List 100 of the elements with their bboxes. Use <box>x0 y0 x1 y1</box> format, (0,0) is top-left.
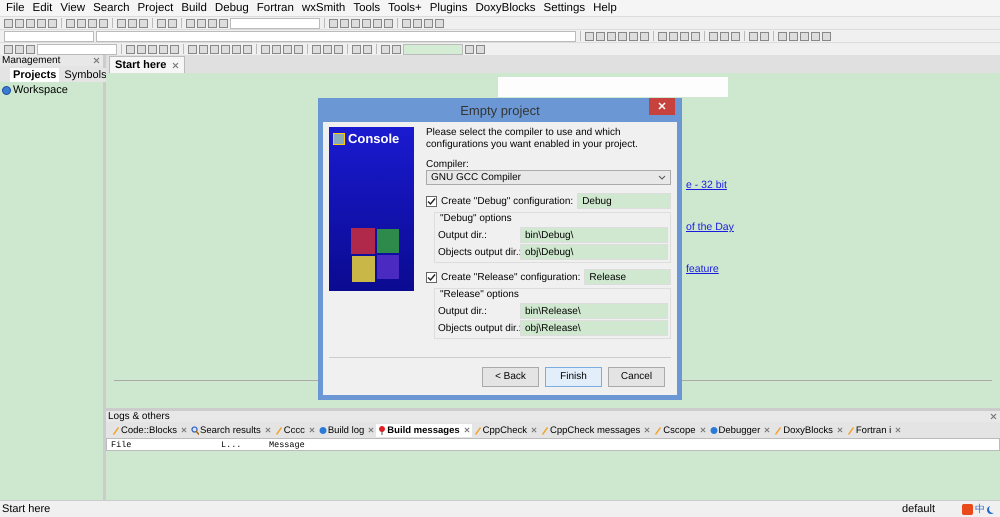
name-field[interactable]: Debug <box>577 193 671 209</box>
tab-label: Code::Blocks <box>121 424 177 436</box>
banner-title: Console <box>348 131 400 146</box>
tab-label: CppCheck messages <box>550 424 640 436</box>
column-header[interactable]: Message <box>269 440 349 450</box>
close-icon[interactable] <box>531 427 537 433</box>
instruction-text: Please select the compiler to use and which configurations you want enabled in your project. <box>426 127 639 151</box>
close-icon[interactable] <box>93 57 100 64</box>
field-label: Compiler: <box>426 159 470 170</box>
close-icon[interactable] <box>180 427 187 433</box>
input-field[interactable]: bin\Debug\ <box>520 227 668 243</box>
menu-item[interactable]: Settings <box>540 2 590 14</box>
status-text: Start here <box>2 503 52 515</box>
menu-item[interactable]: Plugins <box>426 2 472 14</box>
tab-label: Debugger <box>718 424 760 436</box>
menu-item[interactable]: wxSmith <box>298 2 350 14</box>
pencil-icon <box>541 426 549 434</box>
dropdown[interactable] <box>96 30 576 42</box>
dropdown[interactable] <box>37 44 117 54</box>
tab-label: CppCheck <box>482 424 527 436</box>
link[interactable]: e - 32 bit <box>686 179 734 191</box>
input-field[interactable]: bin\Release\ <box>520 303 668 319</box>
dialog-button[interactable]: Cancel <box>608 366 665 386</box>
menu-item[interactable]: Tools+ <box>384 2 426 14</box>
menu-item[interactable]: Project <box>134 2 178 14</box>
panel-tab[interactable]: Projects <box>10 68 60 82</box>
checkbox-label: Create "Debug" configuration: <box>441 196 574 206</box>
close-button[interactable] <box>649 98 675 115</box>
close-icon[interactable] <box>700 427 706 433</box>
tab-label: Cccc <box>284 424 305 436</box>
close-icon[interactable] <box>895 427 902 433</box>
circle-icon <box>318 426 327 434</box>
link[interactable]: of the Day <box>686 221 734 233</box>
close-icon <box>658 102 666 110</box>
input-field[interactable]: obj\Release\ <box>520 320 668 336</box>
menu-item[interactable]: DoxyBlocks <box>471 2 540 14</box>
log-tab[interactable]: DoxyBlocks <box>772 424 845 436</box>
dropdown[interactable] <box>4 30 94 42</box>
tab-label: Start here <box>115 59 166 71</box>
editor-tab[interactable]: Start here <box>109 56 186 73</box>
menu-item[interactable]: Build <box>177 2 211 14</box>
status-mode: default <box>902 503 936 515</box>
link[interactable]: feature <box>686 263 734 275</box>
tab-label: Cscope <box>663 424 696 436</box>
chevron-icon <box>658 175 666 180</box>
checkbox[interactable] <box>426 196 437 206</box>
log-tab[interactable]: Build log <box>316 424 376 436</box>
menu-item[interactable]: Tools <box>349 2 384 14</box>
dialog-button[interactable]: < Back <box>482 366 539 386</box>
menu-item[interactable]: File <box>2 2 29 14</box>
menu-item[interactable]: Fortran <box>252 2 298 14</box>
tab-label: Build log <box>328 424 364 436</box>
panel-title: Logs & others <box>108 411 170 422</box>
close-icon[interactable] <box>308 427 315 433</box>
tab-label: Build messages <box>387 424 460 436</box>
menu-item[interactable]: Debug <box>210 2 253 14</box>
log-tab[interactable]: Cscope <box>652 424 708 436</box>
close-icon[interactable] <box>172 62 180 68</box>
log-tab[interactable]: Debugger <box>708 424 772 436</box>
field-label: Output dir.: <box>438 306 488 316</box>
workspace-icon <box>2 86 11 94</box>
field-label: Objects output dir.: <box>438 246 520 258</box>
tree-item[interactable]: Workspace <box>13 84 68 96</box>
menu-item[interactable]: View <box>56 2 90 14</box>
close-icon[interactable] <box>368 427 374 433</box>
dialog-button[interactable]: Finish <box>545 366 602 386</box>
column-header[interactable]: L... <box>221 440 269 450</box>
dropdown[interactable] <box>403 44 463 54</box>
ime-indicator[interactable]: 中 <box>975 502 985 516</box>
menu-item[interactable]: Search <box>89 2 134 14</box>
cubes-drawing <box>350 227 402 283</box>
close-icon[interactable] <box>836 427 843 433</box>
close-icon[interactable] <box>644 427 650 433</box>
log-tab[interactable]: CppCheck messages <box>539 424 652 436</box>
log-tab[interactable]: CppCheck <box>472 424 539 436</box>
tab-label: Fortran i <box>856 424 892 436</box>
pencil-icon <box>112 426 120 434</box>
search-icon <box>190 426 199 434</box>
dialog-title: Empty project <box>460 102 540 118</box>
ime-logo-icon[interactable] <box>962 504 973 514</box>
close-icon[interactable] <box>990 413 997 420</box>
checkbox[interactable] <box>426 272 437 282</box>
name-field[interactable]: Release <box>584 269 671 285</box>
log-tab[interactable]: Build messages <box>376 424 472 436</box>
dropdown[interactable] <box>230 18 320 28</box>
tab-label: DoxyBlocks <box>783 424 833 436</box>
group-title: "Debug" options <box>440 213 513 226</box>
pin-icon <box>378 426 386 434</box>
input-field[interactable]: obj\Debug\ <box>520 244 668 260</box>
dropdown-value: GNU GCC Compiler <box>431 172 522 183</box>
column-header[interactable]: File <box>111 440 221 450</box>
compiler-dropdown[interactable]: GNU GCC Compiler <box>426 170 671 185</box>
close-icon[interactable] <box>264 427 271 433</box>
field-label: Objects output dir.: <box>438 322 520 334</box>
log-tab[interactable]: Search results <box>188 424 273 436</box>
menu-item[interactable]: Edit <box>28 2 56 14</box>
close-icon[interactable] <box>464 427 470 433</box>
menu-item[interactable]: Help <box>589 2 621 14</box>
log-tab[interactable]: Code::Blocks <box>110 424 189 436</box>
close-icon[interactable] <box>764 427 770 433</box>
